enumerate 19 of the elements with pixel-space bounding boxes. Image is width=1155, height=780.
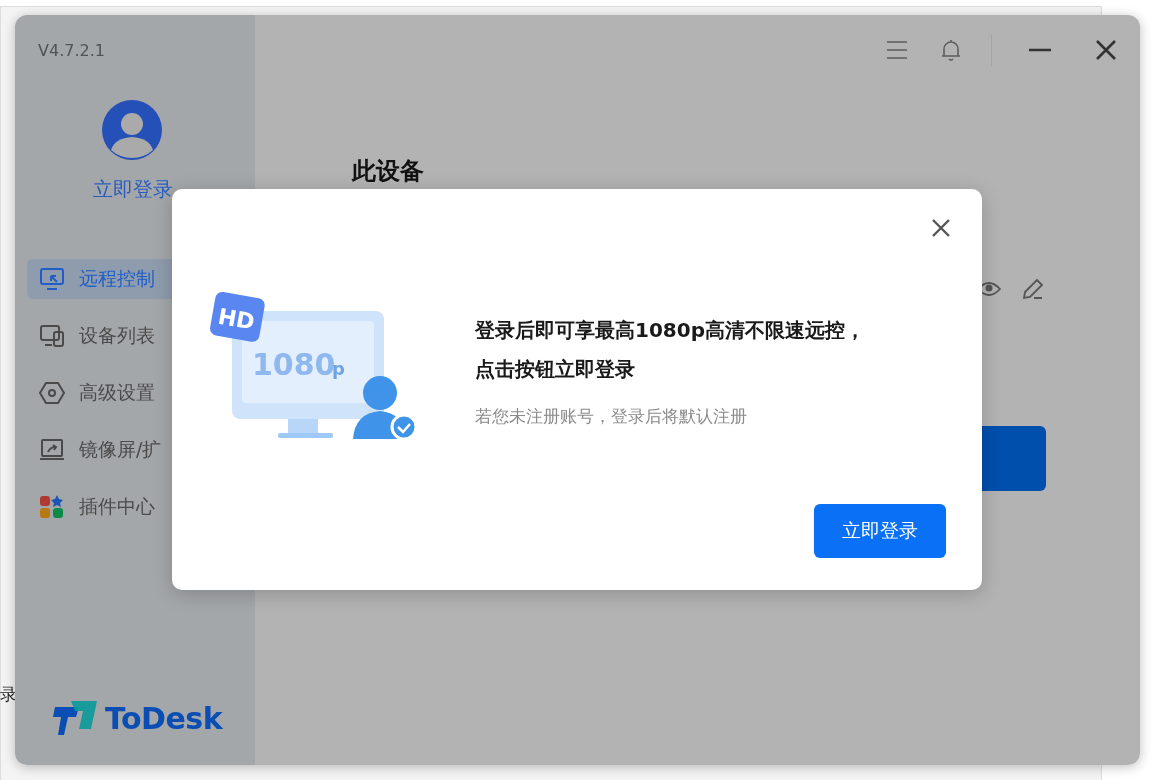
close-icon[interactable] <box>930 217 952 239</box>
version-label: V4.7.2.1 <box>38 41 105 60</box>
login-link[interactable]: 立即登录 <box>93 176 173 203</box>
brand-logo: ToDesk <box>105 700 223 736</box>
hexagon-settings-icon <box>39 380 65 406</box>
section-heading: 此设备 <box>352 156 424 187</box>
login-button[interactable]: 立即登录 <box>814 504 946 558</box>
screen-share-icon <box>39 437 65 463</box>
devices-icon <box>39 323 65 349</box>
dialog-note: 若您未注册账号，登录后将默认注册 <box>475 404 748 428</box>
avatar-icon[interactable] <box>102 100 162 160</box>
plugins-icon <box>39 494 65 520</box>
remote-screen-icon <box>39 266 65 292</box>
logo-icon <box>53 699 97 737</box>
close-icon[interactable] <box>1094 38 1118 62</box>
dialog-headline: 登录后即可享最高1080p高清不限速远控， 点击按钮立即登录 <box>475 316 865 383</box>
bell-icon[interactable] <box>939 38 963 62</box>
pencil-icon[interactable] <box>1021 277 1045 301</box>
background-text: 录 <box>0 683 17 706</box>
